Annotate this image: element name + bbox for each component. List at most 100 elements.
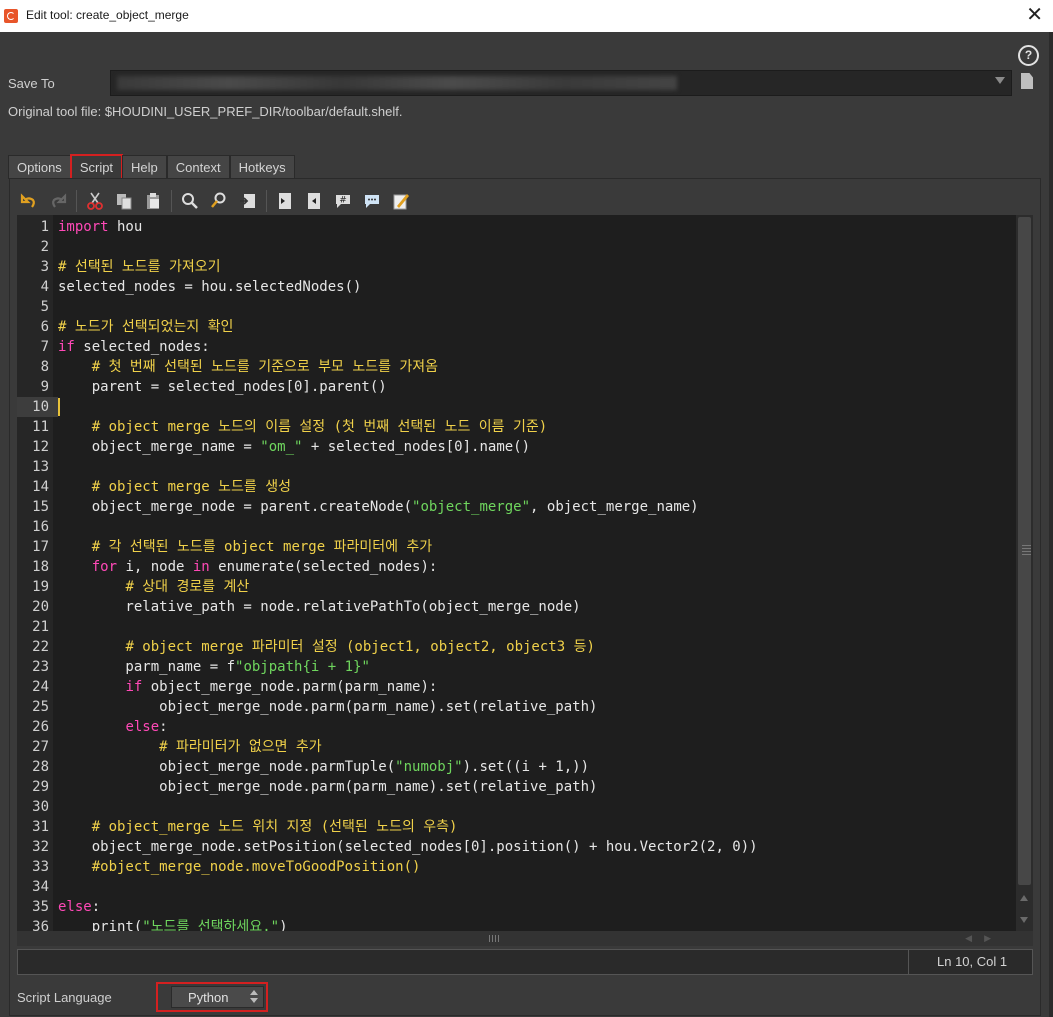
code-line[interactable]: 33 #object_merge_node.moveToGoodPosition… [17, 857, 1017, 877]
line-number: 21 [32, 619, 49, 635]
code-line[interactable]: 27 # 파라미터가 없으면 추가 [17, 737, 1017, 757]
code-line[interactable]: 34 [17, 877, 1017, 897]
code-line[interactable]: 26 else: [17, 717, 1017, 737]
code-line[interactable]: 11 # object merge 노드의 이름 설정 (첫 번째 선택된 노드… [17, 417, 1017, 437]
find-icon[interactable] [179, 190, 201, 212]
redo-icon[interactable] [47, 190, 69, 212]
code-line[interactable]: 23 parm_name = f"objpath{i + 1}" [17, 657, 1017, 677]
code-line[interactable]: 10 [17, 397, 1017, 417]
code-line[interactable]: 30 [17, 797, 1017, 817]
tab-help[interactable]: Help [122, 155, 167, 179]
code-line[interactable]: 20 relative_path = node.relativePathTo(o… [17, 597, 1017, 617]
code-line[interactable]: 18 for i, node in enumerate(selected_nod… [17, 557, 1017, 577]
code-line[interactable]: 6 # 노드가 선택되었는지 확인 [17, 317, 1017, 337]
script-language-label: Script Language [17, 990, 112, 1005]
scroll-up-icon[interactable] [1020, 895, 1028, 901]
code-line[interactable]: 36 print("노드를 선택하세요.") [17, 917, 1017, 931]
code-line[interactable]: 32 object_merge_node.setPosition(selecte… [17, 837, 1017, 857]
paste-icon[interactable] [142, 190, 164, 212]
code-line[interactable]: 5 [17, 297, 1017, 317]
line-number: 13 [32, 459, 49, 475]
save-to-label: Save To [8, 76, 55, 91]
resize-grip-icon[interactable] [489, 935, 501, 942]
code-line[interactable]: 9 parent = selected_nodes[0].parent() [17, 377, 1017, 397]
code-line[interactable]: 21 [17, 617, 1017, 637]
comment-icon[interactable]: # [332, 190, 354, 212]
code-line[interactable]: 1 import hou [17, 217, 1017, 237]
save-to-path-obscured [117, 76, 677, 90]
code-line[interactable]: 24 if object_merge_node.parm(parm_name): [17, 677, 1017, 697]
line-number: 9 [40, 379, 49, 395]
code-line[interactable]: 29 object_merge_node.parm(parm_name).set… [17, 777, 1017, 797]
find-replace-icon[interactable] [208, 190, 230, 212]
code-line[interactable]: 22 # object merge 파라미터 설정 (object1, obje… [17, 637, 1017, 657]
tab-bar: Options Script Help Context Hotkeys [8, 154, 295, 180]
line-text: object_merge_node = parent.createNode("o… [58, 499, 699, 515]
code-line[interactable]: 4 selected_nodes = hou.selectedNodes() [17, 277, 1017, 297]
line-number: 11 [32, 419, 49, 435]
file-browse-icon[interactable] [1021, 73, 1033, 89]
code-lines: 1 import hou 2 3 # 선택된 노드를 가져오기 4 selected_nod… [17, 217, 1017, 931]
goto-line-icon[interactable] [237, 190, 259, 212]
code-line[interactable]: 13 [17, 457, 1017, 477]
line-number: 26 [32, 719, 49, 735]
help-icon[interactable]: ? [1018, 45, 1039, 66]
code-editor[interactable]: 1 import hou 2 3 # 선택된 노드를 가져오기 4 selected_nod… [17, 215, 1033, 931]
tab-context[interactable]: Context [166, 155, 230, 179]
chevron-down-icon[interactable] [995, 77, 1005, 84]
code-line[interactable]: 3 # 선택된 노드를 가져오기 [17, 257, 1017, 277]
line-text: # 노드가 선택되었는지 확인 [58, 319, 234, 335]
undo-icon[interactable] [18, 190, 40, 212]
cut-icon[interactable] [84, 190, 106, 212]
line-text: object_merge_node.parm(parm_name).set(re… [58, 779, 598, 795]
save-to-combobox[interactable] [110, 70, 1012, 96]
scrollbar-thumb[interactable] [1018, 217, 1031, 885]
toolbar-separator [266, 190, 267, 212]
code-line[interactable]: 31 # object_merge 노드 위치 지정 (선택된 노드의 우측) [17, 817, 1017, 837]
line-number: 35 [32, 899, 49, 915]
unindent-icon[interactable] [303, 190, 325, 212]
indent-icon[interactable] [274, 190, 296, 212]
line-number: 16 [32, 519, 49, 535]
code-line[interactable]: 2 [17, 237, 1017, 257]
scroll-down-icon[interactable] [1020, 917, 1028, 923]
line-number: 4 [40, 279, 49, 295]
text-caret [58, 398, 60, 416]
line-number: 20 [32, 599, 49, 615]
line-text: import hou [58, 219, 143, 235]
code-line[interactable]: 25 object_merge_node.parm(parm_name).set… [17, 697, 1017, 717]
vertical-scrollbar[interactable] [1016, 215, 1033, 931]
line-text: for i, node in enumerate(selected_nodes)… [91, 559, 438, 575]
line-text: if selected_nodes: [58, 339, 210, 355]
line-number: 28 [32, 759, 49, 775]
code-line[interactable]: 28 object_merge_node.parmTuple("numobj")… [17, 757, 1017, 777]
script-language-select[interactable]: Python [171, 986, 264, 1008]
uncomment-icon[interactable] [361, 190, 383, 212]
code-line[interactable]: 12 object_merge_name = "om_" + selected_… [17, 437, 1017, 457]
houdini-app-icon [4, 9, 18, 23]
code-line[interactable]: 8 # 첫 번째 선택된 노드를 기준으로 부모 노드를 가져옴 [17, 357, 1017, 377]
line-number: 25 [32, 699, 49, 715]
line-text: # 첫 번째 선택된 노드를 기준으로 부모 노드를 가져옴 [91, 359, 439, 375]
line-number: 3 [40, 259, 49, 275]
tab-hotkeys[interactable]: Hotkeys [229, 155, 295, 179]
code-line[interactable]: 14 # object merge 노드를 생성 [17, 477, 1017, 497]
code-line[interactable]: 17 # 각 선택된 노드를 object merge 파라미터에 추가 [17, 537, 1017, 557]
code-line[interactable]: 35 else: [17, 897, 1017, 917]
edit-external-icon[interactable] [390, 190, 412, 212]
code-line[interactable]: 7 if selected_nodes: [17, 337, 1017, 357]
svg-text:#: # [339, 196, 347, 206]
code-line[interactable]: 15 object_merge_node = parent.createNode… [17, 497, 1017, 517]
close-icon[interactable]: ✕ [1026, 4, 1043, 26]
grip-icon [1022, 545, 1031, 555]
code-line[interactable]: 16 [17, 517, 1017, 537]
horizontal-scrollbar[interactable]: ◀▶ [17, 931, 1033, 946]
toolbar-separator [171, 190, 172, 212]
tab-script[interactable]: Script [69, 154, 124, 180]
scroll-arrows-icon[interactable]: ◀▶ [965, 933, 1003, 944]
line-number: 18 [32, 559, 49, 575]
code-line[interactable]: 19 # 상대 경로를 계산 [17, 577, 1017, 597]
copy-icon[interactable] [113, 190, 135, 212]
tab-options[interactable]: Options [8, 155, 71, 179]
spinner-arrows-icon[interactable] [250, 990, 258, 1004]
